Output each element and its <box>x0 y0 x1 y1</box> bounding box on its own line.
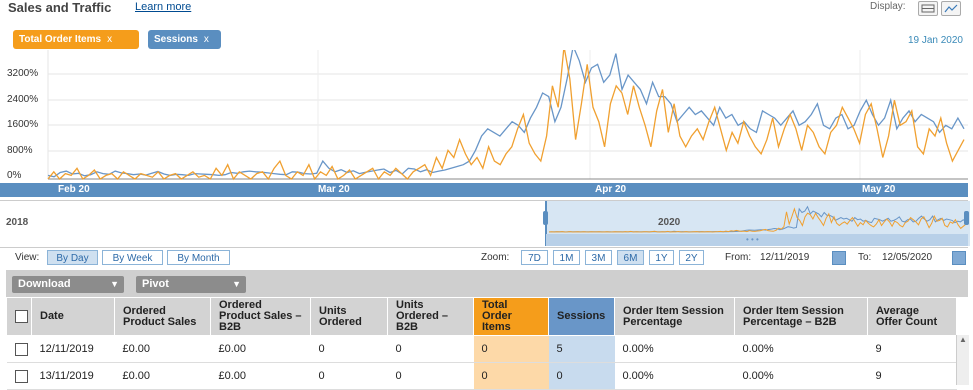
calendar-icon[interactable] <box>952 251 966 265</box>
cell: 0 <box>310 335 388 363</box>
cell: 5 <box>548 335 615 363</box>
cell: 0 <box>473 362 549 390</box>
cell: 9 <box>867 362 957 390</box>
x-axis-band <box>0 183 968 197</box>
cell: 0 <box>310 362 388 390</box>
col-header-units-ordered-b2b[interactable]: Units Ordered – B2B <box>387 297 474 336</box>
col-header-average-offer-count[interactable]: Average Offer Count <box>867 297 957 336</box>
cell: 9 <box>867 335 957 363</box>
x-tick-label: Feb 20 <box>58 184 90 195</box>
col-header-sessions[interactable]: Sessions <box>548 297 615 336</box>
checkbox[interactable] <box>14 369 28 383</box>
x-tick-label: Mar 20 <box>318 184 350 195</box>
learn-more-link[interactable]: Learn more <box>135 1 191 13</box>
filter-total-order-items: Total Order Items x <box>13 30 139 49</box>
zoom-7d-button[interactable]: 7D <box>521 250 548 265</box>
cell: 0 <box>473 335 549 363</box>
navigator-year-label: 2018 <box>6 217 29 228</box>
view-by-month-button[interactable]: By Month <box>167 250 230 265</box>
page-title: Sales and Traffic <box>8 0 112 15</box>
navigator-mini-chart <box>548 205 967 233</box>
chart-date: 19 Jan 2020 <box>907 35 963 46</box>
zoom-1m-button[interactable]: 1M <box>553 250 580 265</box>
navigator-scrollbar[interactable]: • • • <box>546 234 968 246</box>
sessions-series-line <box>47 50 965 178</box>
x-tick-label: May 20 <box>862 184 896 195</box>
cell: 0 <box>387 335 474 363</box>
cell: 0.00% <box>734 362 868 390</box>
col-header-total-order-items[interactable]: Total Order Items <box>473 297 549 336</box>
col-header-units-ordered[interactable]: Units Ordered <box>310 297 388 336</box>
view-label: View: <box>15 252 40 263</box>
filter-label: Total Order Items <box>19 34 102 45</box>
cell-date: 12/11/2019 <box>31 335 115 363</box>
data-table: Date Ordered Product Sales Ordered Produ… <box>6 297 957 390</box>
row-checkbox[interactable] <box>6 335 32 363</box>
to-date[interactable]: 12/05/2020 <box>882 252 932 263</box>
table-scrollbar[interactable]: ▲ <box>956 335 969 385</box>
cell-date: 13/11/2019 <box>31 362 115 390</box>
table-view-icon[interactable] <box>918 1 938 16</box>
cell: £0.00 <box>114 362 211 390</box>
table-header-row: Date Ordered Product Sales Ordered Produ… <box>6 297 957 336</box>
zoom-6m-button[interactable]: 6M <box>617 250 644 265</box>
sales-traffic-chart[interactable] <box>0 50 968 183</box>
col-header-order-item-session-percentage[interactable]: Order Item Session Percentage <box>614 297 735 336</box>
from-label: From: <box>725 252 752 263</box>
scroll-up-icon[interactable]: ▲ <box>959 335 967 344</box>
download-dropdown[interactable]: Download ▼ <box>12 276 124 293</box>
filter-label: Sessions <box>154 34 198 45</box>
pivot-dropdown[interactable]: Pivot ▼ <box>136 276 246 293</box>
calendar-icon[interactable] <box>832 251 846 265</box>
from-date[interactable]: 12/11/2019 <box>760 252 809 263</box>
col-header-order-item-session-percentage-b2b[interactable]: Order Item Session Percentage – B2B <box>734 297 868 336</box>
zoom-1y-button[interactable]: 1Y <box>649 250 674 265</box>
cell: £0.00 <box>210 362 311 390</box>
zoom-2y-button[interactable]: 2Y <box>679 250 704 265</box>
scroll-grip-icon: • • • <box>746 235 759 244</box>
cell: £0.00 <box>210 335 311 363</box>
cell: 0 <box>387 362 474 390</box>
checkbox[interactable] <box>14 342 28 356</box>
navigator-year-label: 2020 <box>658 217 681 228</box>
cell: 0.00% <box>614 362 735 390</box>
row-checkbox[interactable] <box>6 362 32 390</box>
chevron-down-icon: ▼ <box>110 279 119 289</box>
table-row: 12/11/2019 £0.00 £0.00 0 0 0 5 0.00% 0.0… <box>6 335 957 363</box>
graph-view-icon[interactable] <box>941 1 961 16</box>
remove-filter-icon[interactable]: x <box>107 34 112 45</box>
view-by-week-button[interactable]: By Week <box>102 250 163 265</box>
x-tick-label: Apr 20 <box>595 184 627 195</box>
remove-filter-icon[interactable]: x <box>204 34 209 45</box>
pivot-label: Pivot <box>142 278 169 290</box>
chevron-down-icon: ▼ <box>232 279 241 289</box>
navigator-right-handle[interactable] <box>964 211 969 225</box>
view-by-day-button[interactable]: By Day <box>47 250 98 265</box>
cell: 0 <box>548 362 615 390</box>
col-header-ordered-product-sales[interactable]: Ordered Product Sales <box>114 297 211 336</box>
cell: £0.00 <box>114 335 211 363</box>
cell: 0.00% <box>614 335 735 363</box>
cell: 0.00% <box>734 335 868 363</box>
col-header-ordered-product-sales-b2b[interactable]: Ordered Product Sales – B2B <box>210 297 311 336</box>
total-order-items-series-line <box>47 50 965 181</box>
display-label: Display: <box>870 1 906 12</box>
select-all-checkbox[interactable] <box>6 297 32 336</box>
download-label: Download <box>18 278 71 290</box>
checkbox[interactable] <box>15 310 28 323</box>
zoom-3m-button[interactable]: 3M <box>585 250 612 265</box>
table-row: 13/11/2019 £0.00 £0.00 0 0 0 0 0.00% 0.0… <box>6 362 957 390</box>
grid <box>47 50 968 180</box>
to-label: To: <box>858 252 872 263</box>
col-header-date[interactable]: Date <box>31 297 115 336</box>
filter-sessions: Sessions x <box>148 30 221 49</box>
zoom-label: Zoom: <box>481 252 510 263</box>
navigator-left-handle[interactable] <box>543 211 548 225</box>
